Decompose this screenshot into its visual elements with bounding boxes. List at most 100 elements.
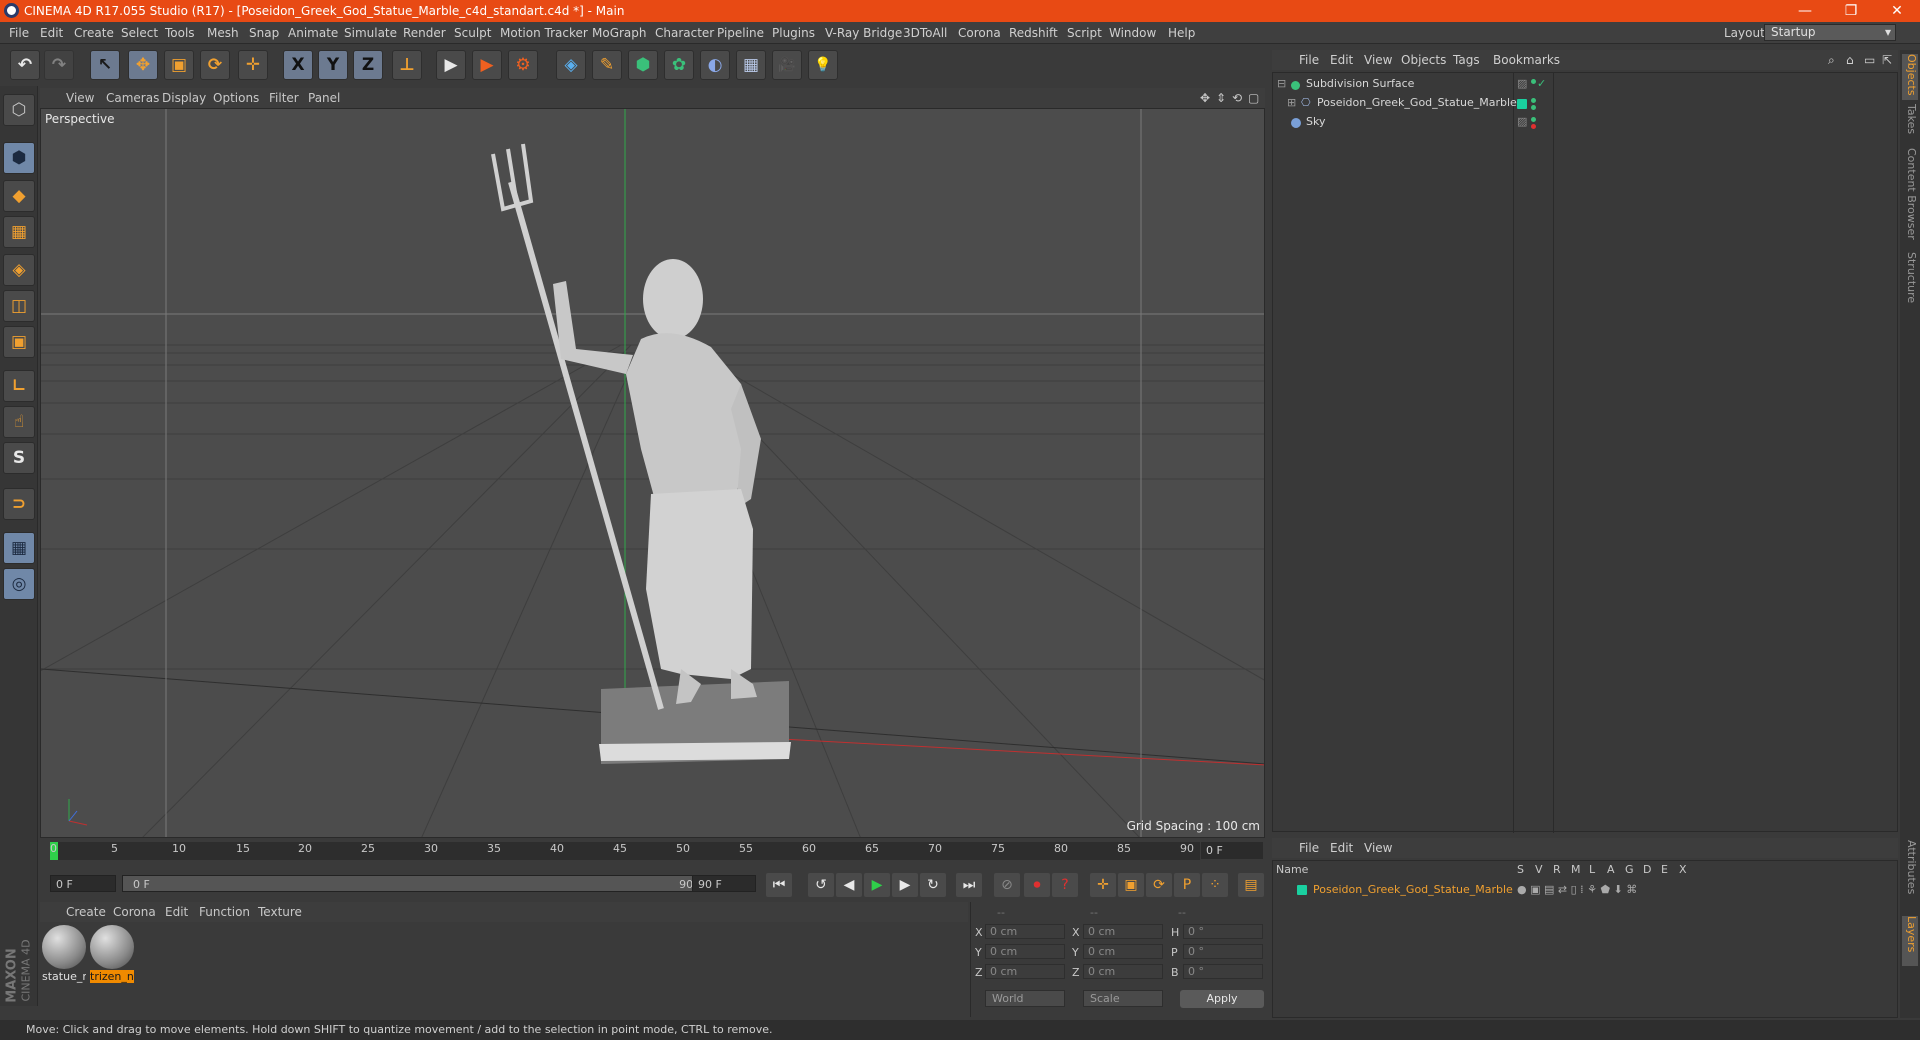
- menu-3dtoall[interactable]: 3DToAll: [903, 26, 947, 40]
- points-mode-button[interactable]: ◈: [3, 254, 35, 286]
- object-row[interactable]: Sky ▨: [1273, 113, 1899, 132]
- rotate-tool-button[interactable]: ⟳: [200, 50, 230, 80]
- key-scale-button[interactable]: ▣: [1118, 873, 1144, 897]
- rotation-b-field[interactable]: 0 °: [1183, 964, 1263, 979]
- render-settings-button[interactable]: ⚙: [508, 50, 538, 80]
- rotation-h-field[interactable]: 0 °: [1183, 924, 1263, 939]
- restore-button[interactable]: ❐: [1828, 0, 1874, 22]
- tab-layers[interactable]: Layers: [1902, 916, 1918, 966]
- column-header-generators[interactable]: G: [1625, 863, 1634, 876]
- tweak-mode-button[interactable]: ☝: [3, 406, 35, 438]
- solo-button[interactable]: S: [3, 442, 35, 474]
- material-menu-edit[interactable]: Edit: [165, 905, 188, 919]
- locked-workplane-button[interactable]: ◎: [3, 568, 35, 600]
- viewport-menu-options[interactable]: Options: [213, 91, 259, 105]
- tab-structure[interactable]: Structure: [1902, 252, 1918, 312]
- column-header-view[interactable]: V: [1535, 863, 1543, 876]
- previous-frame-button[interactable]: ◀: [836, 873, 862, 897]
- go-to-end-button[interactable]: ⏭: [956, 873, 982, 897]
- minimize-button[interactable]: —: [1782, 0, 1828, 22]
- go-to-start-button[interactable]: ⏮: [766, 873, 792, 897]
- size-y-field[interactable]: 0 cm: [1083, 944, 1163, 959]
- texture-mode-button[interactable]: ◆: [3, 180, 35, 212]
- layer-color-swatch[interactable]: [1297, 885, 1307, 895]
- record-keys-button[interactable]: ⏺: [1024, 873, 1050, 897]
- viewport-menu-panel[interactable]: Panel: [308, 91, 340, 105]
- expand-icon[interactable]: ⇱: [1882, 53, 1892, 67]
- next-frame-button[interactable]: ▶: [892, 873, 918, 897]
- key-position-button[interactable]: ✛: [1090, 873, 1116, 897]
- layer-toggle-icons[interactable]: ● ▣ ▤ ⇄ ▯ ⁞ ⚘ ⬟ ⬇ ⌘: [1517, 883, 1637, 896]
- rotation-p-field[interactable]: 0 °: [1183, 944, 1263, 959]
- rotate-view-icon[interactable]: ⟲: [1232, 91, 1242, 105]
- menu-character[interactable]: Character: [655, 26, 714, 40]
- tab-attributes[interactable]: Attributes: [1902, 840, 1918, 910]
- y-axis-button[interactable]: Y: [318, 50, 348, 80]
- viewport-menu-cameras[interactable]: Cameras: [106, 91, 159, 105]
- column-header-animation[interactable]: A: [1607, 863, 1615, 876]
- axis-mode-button[interactable]: ∟: [3, 370, 35, 402]
- polygons-mode-button[interactable]: ▣: [3, 326, 35, 358]
- render-visibility-dot[interactable]: [1531, 105, 1536, 110]
- tab-content-browser[interactable]: Content Browser: [1902, 148, 1918, 248]
- object-menu-view[interactable]: View: [1364, 53, 1392, 67]
- menu-snap[interactable]: Snap: [249, 26, 279, 40]
- layer-tag-icon[interactable]: ▨: [1517, 115, 1527, 128]
- material-menu-texture[interactable]: Texture: [258, 905, 302, 919]
- timeline[interactable]: 0 5 10 15 20 25 30 35 40 45 50 55 60 65 …: [40, 840, 1265, 862]
- object-menu-tags[interactable]: Tags: [1453, 53, 1480, 67]
- render-view-button[interactable]: ▶: [436, 50, 466, 80]
- add-cube-button[interactable]: ◈: [556, 50, 586, 80]
- current-frame-field[interactable]: 0 F: [1201, 842, 1263, 859]
- menu-edit[interactable]: Edit: [40, 26, 63, 40]
- column-header-render[interactable]: R: [1553, 863, 1561, 876]
- menu-plugins[interactable]: Plugins: [772, 26, 815, 40]
- menu-script[interactable]: Script: [1067, 26, 1102, 40]
- edges-mode-button[interactable]: ◫: [3, 290, 35, 322]
- viewport-menu-view[interactable]: View: [66, 91, 94, 105]
- layer-menu-view[interactable]: View: [1364, 841, 1392, 855]
- material-menu-create[interactable]: Create: [66, 905, 106, 919]
- render-picture-viewer-button[interactable]: ▶: [472, 50, 502, 80]
- size-z-field[interactable]: 0 cm: [1083, 964, 1163, 979]
- preview-range-slider[interactable]: 0 F 90 F: [122, 875, 722, 892]
- pen-spline-button[interactable]: ✎: [592, 50, 622, 80]
- coordinate-system-button[interactable]: ⊥: [392, 50, 422, 80]
- menu-window[interactable]: Window: [1109, 26, 1156, 40]
- cloner-button[interactable]: ✿: [664, 50, 694, 80]
- transform-tool-button[interactable]: ✛: [238, 50, 268, 80]
- column-header-solo[interactable]: S: [1517, 863, 1524, 876]
- menu-motion-tracker[interactable]: Motion Tracker: [500, 26, 588, 40]
- end-frame-field[interactable]: 90 F: [692, 875, 756, 892]
- menu-render[interactable]: Render: [403, 26, 446, 40]
- coordinate-space-dropdown[interactable]: World: [985, 990, 1065, 1007]
- search-icon[interactable]: ⌕: [1828, 53, 1835, 68]
- perspective-viewport[interactable]: Perspective Grid Spacing : 100 cm: [40, 108, 1265, 838]
- editor-visibility-dot[interactable]: [1531, 79, 1536, 84]
- editor-visibility-dot[interactable]: [1531, 98, 1536, 103]
- workplane-mode-button[interactable]: ▦: [3, 216, 35, 248]
- menu-animate[interactable]: Animate: [288, 26, 338, 40]
- next-key-button[interactable]: ↻: [920, 873, 946, 897]
- enabled-check-icon[interactable]: ✓: [1537, 77, 1546, 90]
- x-axis-button[interactable]: X: [283, 50, 313, 80]
- column-header-expressions[interactable]: E: [1661, 863, 1668, 876]
- tab-objects[interactable]: Objects: [1902, 54, 1918, 100]
- model-mode-button[interactable]: ⬢: [3, 142, 35, 174]
- object-row[interactable]: ⊟ Subdivision Surface ▨ ✓: [1273, 75, 1899, 94]
- key-rotation-button[interactable]: ⟳: [1146, 873, 1172, 897]
- key-point-level-button[interactable]: ⁘: [1202, 873, 1228, 897]
- layer-tag-icon[interactable]: ▨: [1517, 77, 1527, 90]
- z-axis-button[interactable]: Z: [353, 50, 383, 80]
- editor-visibility-dot[interactable]: [1531, 117, 1536, 122]
- layer-row[interactable]: Poseidon_Greek_God_Statue_Marble ● ▣ ▤ ⇄…: [1273, 881, 1899, 900]
- viewport-menu-display[interactable]: Display: [162, 91, 206, 105]
- menu-file[interactable]: File: [9, 26, 29, 40]
- column-header-deformers[interactable]: D: [1643, 863, 1651, 876]
- layout-dropdown[interactable]: Startup ▾: [1764, 24, 1896, 41]
- deformer-button[interactable]: ◐: [700, 50, 730, 80]
- object-menu-file[interactable]: File: [1299, 53, 1319, 67]
- object-menu-edit[interactable]: Edit: [1330, 53, 1353, 67]
- menu-corona[interactable]: Corona: [958, 26, 1001, 40]
- select-tool-button[interactable]: ↖: [90, 50, 120, 80]
